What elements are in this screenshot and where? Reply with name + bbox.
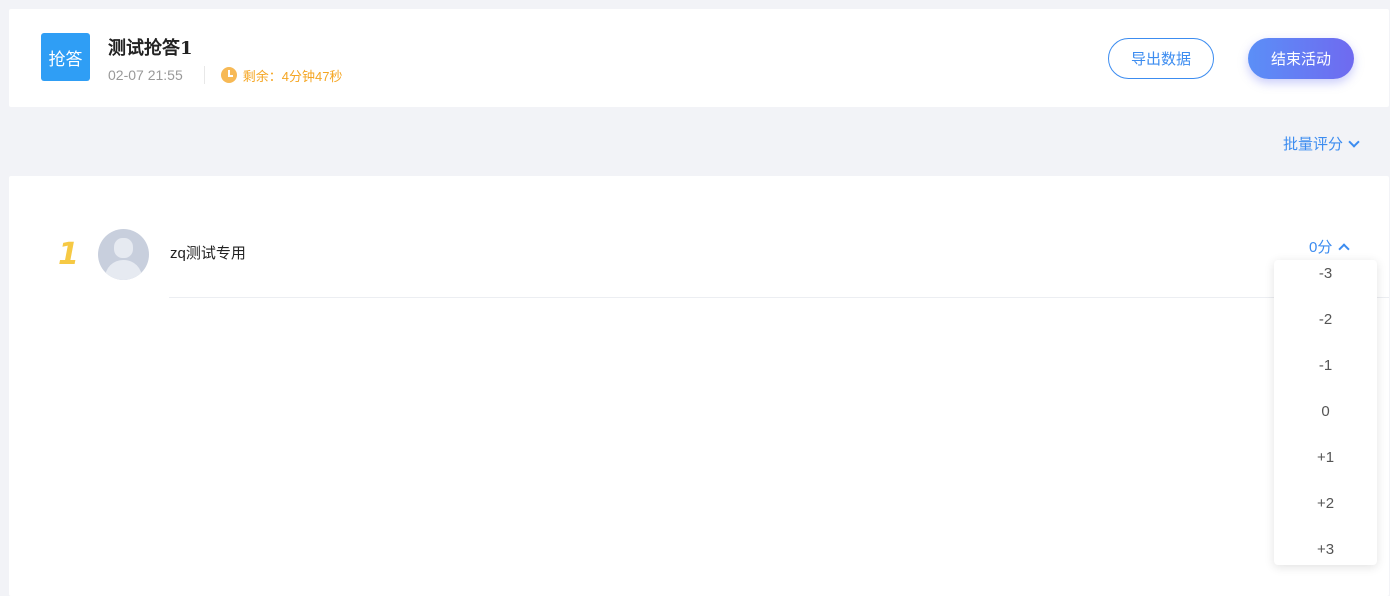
score-option-minus-1[interactable]: -1 — [1274, 342, 1377, 388]
score-select[interactable]: 0分 — [1309, 236, 1351, 257]
activity-type-badge: 抢答 — [41, 33, 90, 81]
score-option-minus-3[interactable]: -3 — [1274, 260, 1377, 296]
participant-name: zq测试专用 — [170, 245, 246, 262]
batch-score-label: 批量评分 — [1282, 136, 1343, 153]
score-value: 0分 — [1309, 239, 1333, 256]
meta-divider — [203, 66, 205, 84]
activity-date: 02-07 21:55 — [108, 67, 183, 83]
avatar — [98, 229, 149, 280]
remaining-time: 剩余：4分钟47秒 — [220, 66, 343, 85]
activity-header: 抢答 测试抢答1 02-07 21:55 剩余：4分钟47秒 导出数据 结束活动 — [9, 9, 1389, 107]
remaining-time-label: 剩余：4分钟47秒 — [242, 68, 343, 84]
rank-number: 1 — [58, 237, 79, 272]
activity-title: 测试抢答1 — [108, 38, 193, 59]
score-option-plus-2[interactable]: +2 — [1274, 480, 1377, 526]
row-divider — [169, 297, 1389, 298]
end-activity-button[interactable]: 结束活动 — [1248, 38, 1354, 79]
activity-meta: 02-07 21:55 剩余：4分钟47秒 — [108, 66, 342, 84]
chevron-up-icon — [1338, 242, 1351, 255]
chevron-down-icon — [1348, 135, 1360, 148]
export-data-button[interactable]: 导出数据 — [1108, 38, 1214, 79]
score-option-minus-2[interactable]: -2 — [1274, 296, 1377, 342]
batch-score-dropdown[interactable]: 批量评分 — [1282, 133, 1360, 154]
score-option-plus-1[interactable]: +1 — [1274, 434, 1377, 480]
score-dropdown-menu: -3 -2 -1 0 +1 +2 +3 — [1274, 260, 1377, 565]
clock-icon — [220, 67, 237, 83]
participant-list: 1 zq测试专用 0分 — [9, 176, 1389, 596]
score-option-0[interactable]: 0 — [1274, 388, 1377, 434]
score-option-plus-3[interactable]: +3 — [1274, 526, 1377, 565]
